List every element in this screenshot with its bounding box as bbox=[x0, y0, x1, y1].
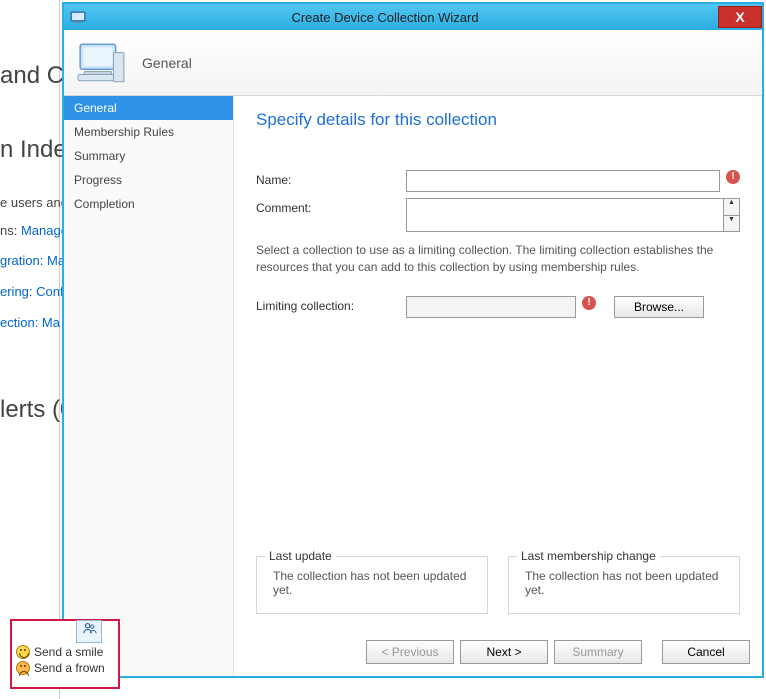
wizard-button-row: < Previous Next > Summary Cancel bbox=[366, 640, 750, 664]
send-frown-item[interactable]: Send a frown bbox=[16, 660, 114, 676]
previous-button: < Previous bbox=[366, 640, 454, 664]
send-smile-item[interactable]: Send a smile bbox=[16, 644, 114, 660]
pane-title: Specify details for this collection bbox=[256, 110, 740, 130]
limiting-hint: Select a collection to use as a limiting… bbox=[256, 242, 740, 276]
send-frown-label: Send a frown bbox=[34, 660, 105, 676]
nav-completion[interactable]: Completion bbox=[64, 192, 233, 216]
background-app-strip: and Co n Index e users and ns: Manage gr… bbox=[0, 0, 60, 699]
group-last-membership-text: The collection has not been updated yet. bbox=[521, 569, 727, 597]
name-label: Name: bbox=[256, 170, 406, 187]
limiting-label: Limiting collection: bbox=[256, 296, 406, 313]
row-comment: Comment: ▲ ▼ bbox=[256, 198, 740, 232]
send-smile-label: Send a smile bbox=[34, 644, 103, 660]
group-last-update-text: The collection has not been updated yet. bbox=[269, 569, 475, 597]
comment-spinner[interactable]: ▲ ▼ bbox=[724, 198, 740, 232]
nav-summary[interactable]: Summary bbox=[64, 144, 233, 168]
titlebar[interactable]: Create Device Collection Wizard X bbox=[64, 4, 762, 30]
frown-icon bbox=[16, 661, 30, 675]
row-limiting: Limiting collection: ! Browse... bbox=[256, 296, 740, 318]
cancel-button[interactable]: Cancel bbox=[662, 640, 750, 664]
nav-general[interactable]: General bbox=[64, 96, 233, 120]
computer-icon bbox=[76, 38, 126, 88]
group-last-membership: Last membership change The collection ha… bbox=[508, 556, 740, 614]
feedback-toggle-button[interactable] bbox=[76, 620, 102, 643]
chevron-up-icon[interactable]: ▲ bbox=[724, 199, 739, 216]
header-step-name: General bbox=[142, 55, 192, 71]
group-last-update-title: Last update bbox=[265, 549, 336, 563]
nav-membership-rules[interactable]: Membership Rules bbox=[64, 120, 233, 144]
group-last-membership-title: Last membership change bbox=[517, 549, 660, 563]
wizard-nav: General Membership Rules Summary Progres… bbox=[64, 96, 234, 676]
nav-progress[interactable]: Progress bbox=[64, 168, 233, 192]
next-button[interactable]: Next > bbox=[460, 640, 548, 664]
summary-button: Summary bbox=[554, 640, 642, 664]
close-icon: X bbox=[735, 9, 744, 25]
comment-input[interactable] bbox=[406, 198, 724, 232]
limiting-collection-input bbox=[406, 296, 576, 318]
bg-line-5: ection: Ma bbox=[0, 315, 60, 330]
close-button[interactable]: X bbox=[718, 6, 762, 28]
window-title: Create Device Collection Wizard bbox=[52, 10, 718, 25]
name-input[interactable] bbox=[406, 170, 720, 192]
bg-line-2: ns: Manage bbox=[0, 223, 68, 238]
feedback-users-icon bbox=[82, 624, 97, 639]
wizard-pane: Specify details for this collection Name… bbox=[234, 96, 762, 676]
feedback-popup: Send a smile Send a frown bbox=[10, 619, 120, 689]
bg-line-3: gration: Ma bbox=[0, 253, 65, 268]
browse-button[interactable]: Browse... bbox=[614, 296, 704, 318]
wizard-header: General bbox=[64, 30, 762, 96]
comment-label: Comment: bbox=[256, 198, 406, 215]
group-last-update: Last update The collection has not been … bbox=[256, 556, 488, 614]
smile-icon bbox=[16, 645, 30, 659]
chevron-down-icon[interactable]: ▼ bbox=[724, 216, 739, 232]
name-required-icon: ! bbox=[726, 170, 740, 184]
row-name: Name: ! bbox=[256, 170, 740, 192]
bg-line-4: ering: Conf bbox=[0, 284, 64, 299]
limiting-required-icon: ! bbox=[582, 296, 596, 310]
wizard-window: Create Device Collection Wizard X Genera… bbox=[62, 2, 764, 678]
bg-line-1: e users and bbox=[0, 195, 68, 210]
